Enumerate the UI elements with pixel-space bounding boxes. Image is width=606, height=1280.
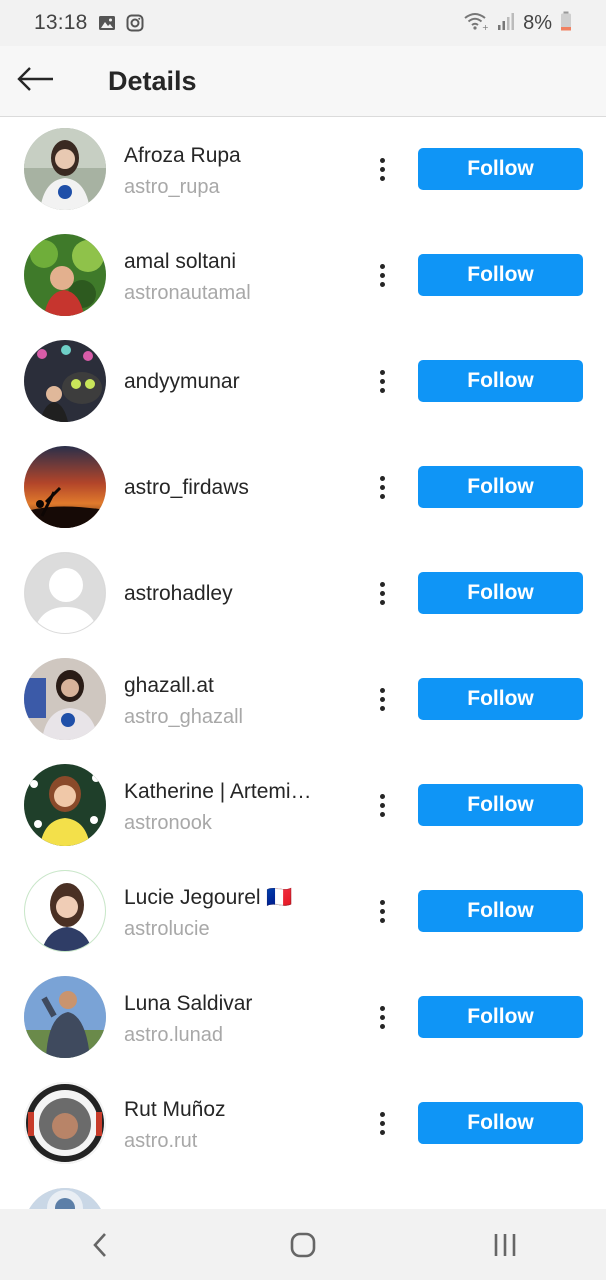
more-options-icon[interactable] [368,361,396,401]
username[interactable]: astrolucie [124,916,334,942]
follow-button[interactable]: Follow [418,890,583,932]
display-name[interactable]: Katherine | Artemi… [124,779,334,805]
status-right: + 8% [463,11,572,36]
avatar-placeholder[interactable] [24,552,106,634]
more-options-icon[interactable] [368,573,396,613]
follow-button[interactable]: Follow [418,360,583,402]
wifi-icon: + [463,11,489,36]
more-options-icon[interactable] [368,785,396,825]
names: astro_firdaws [124,475,334,501]
svg-text:+: + [482,23,489,31]
names: ghazall.at astro_ghazall [124,673,334,730]
home-nav-icon[interactable] [258,1215,348,1275]
more-options-icon[interactable] [368,997,396,1037]
follow-button[interactable]: Follow [418,1102,583,1144]
recents-nav-icon[interactable] [460,1215,550,1275]
display-name[interactable]: Rut Muñoz [124,1097,334,1123]
display-name[interactable]: ghazall.at [124,673,334,699]
names: Rut Muñoz astro.rut [124,1097,334,1154]
follow-button[interactable]: Follow [418,996,583,1038]
username[interactable]: astronautamal [124,280,334,306]
list-item: astro_firdaws Follow [0,435,606,541]
display-name[interactable]: Lucie Jegourel 🇫🇷 [124,885,334,911]
signal-icon [497,11,515,36]
avatar[interactable] [24,870,106,952]
status-left: 13:18 [34,11,144,35]
avatar[interactable] [24,764,106,846]
follow-button[interactable]: Follow [418,466,583,508]
arrow-left-icon [17,66,55,97]
display-name[interactable]: andyymunar [124,369,334,395]
list-item: Lucie Jegourel 🇫🇷 astrolucie Follow [0,859,606,965]
list-item: Luna Saldivar astro.lunad Follow [0,965,606,1071]
display-name[interactable]: Luna Saldivar [124,991,334,1017]
list-item: Afroza Rupa astro_rupa Follow [0,117,606,223]
more-options-icon[interactable] [368,467,396,507]
avatar[interactable] [24,1188,106,1209]
more-options-icon[interactable] [368,679,396,719]
page-title: Details [108,65,197,96]
avatar[interactable] [24,446,106,528]
follow-button[interactable]: Follow [418,572,583,614]
names: Luna Saldivar astro.lunad [124,991,334,1048]
names: amal soltani astronautamal [124,249,334,306]
back-nav-icon[interactable] [56,1215,146,1275]
names: Afroza Rupa astro_rupa [124,143,334,200]
list-item: Rut Muñoz astro.rut Follow [0,1071,606,1177]
follow-button[interactable]: Follow [418,254,583,296]
avatar[interactable] [24,658,106,740]
system-nav-bar [0,1209,606,1280]
battery-level: 8% [523,11,552,34]
names: andyymunar [124,369,334,395]
list-item: astrohadley Follow [0,541,606,647]
back-button[interactable] [2,46,70,117]
names: astrohadley [124,581,334,607]
avatar[interactable] [24,976,106,1058]
list-item [0,1177,606,1209]
follow-button[interactable]: Follow [418,678,583,720]
status-time: 13:18 [34,11,88,34]
avatar[interactable] [24,340,106,422]
username[interactable]: astro.lunad [124,1022,334,1048]
more-options-icon[interactable] [368,1103,396,1143]
username[interactable]: astro_ghazall [124,704,334,730]
app-header: Details [0,46,606,117]
username[interactable]: astro.rut [124,1128,334,1154]
display-name[interactable]: astro_firdaws [124,475,334,501]
username[interactable]: astro_rupa [124,174,334,200]
battery-icon [560,11,572,36]
avatar[interactable] [24,1082,106,1164]
more-options-icon[interactable] [368,255,396,295]
status-bar: 13:18 + 8% [0,0,606,46]
follow-button[interactable]: Follow [418,784,583,826]
list-item: andyymunar Follow [0,329,606,435]
more-options-icon[interactable] [368,891,396,931]
names: Katherine | Artemi… astronook [124,779,334,836]
display-name[interactable]: amal soltani [124,249,334,275]
instagram-icon [126,14,144,32]
username[interactable]: astronook [124,810,334,836]
display-name[interactable]: astrohadley [124,581,334,607]
list-item: ghazall.at astro_ghazall Follow [0,647,606,753]
gallery-icon [98,14,116,32]
display-name[interactable]: Afroza Rupa [124,143,334,169]
more-options-icon[interactable] [368,149,396,189]
follow-button[interactable]: Follow [418,148,583,190]
names: Lucie Jegourel 🇫🇷 astrolucie [124,885,334,942]
avatar[interactable] [24,128,106,210]
list-item: amal soltani astronautamal Follow [0,223,606,329]
followers-list: Afroza Rupa astro_rupa Follow amal solta… [0,117,606,1209]
avatar[interactable] [24,234,106,316]
list-item: Katherine | Artemi… astronook Follow [0,753,606,859]
